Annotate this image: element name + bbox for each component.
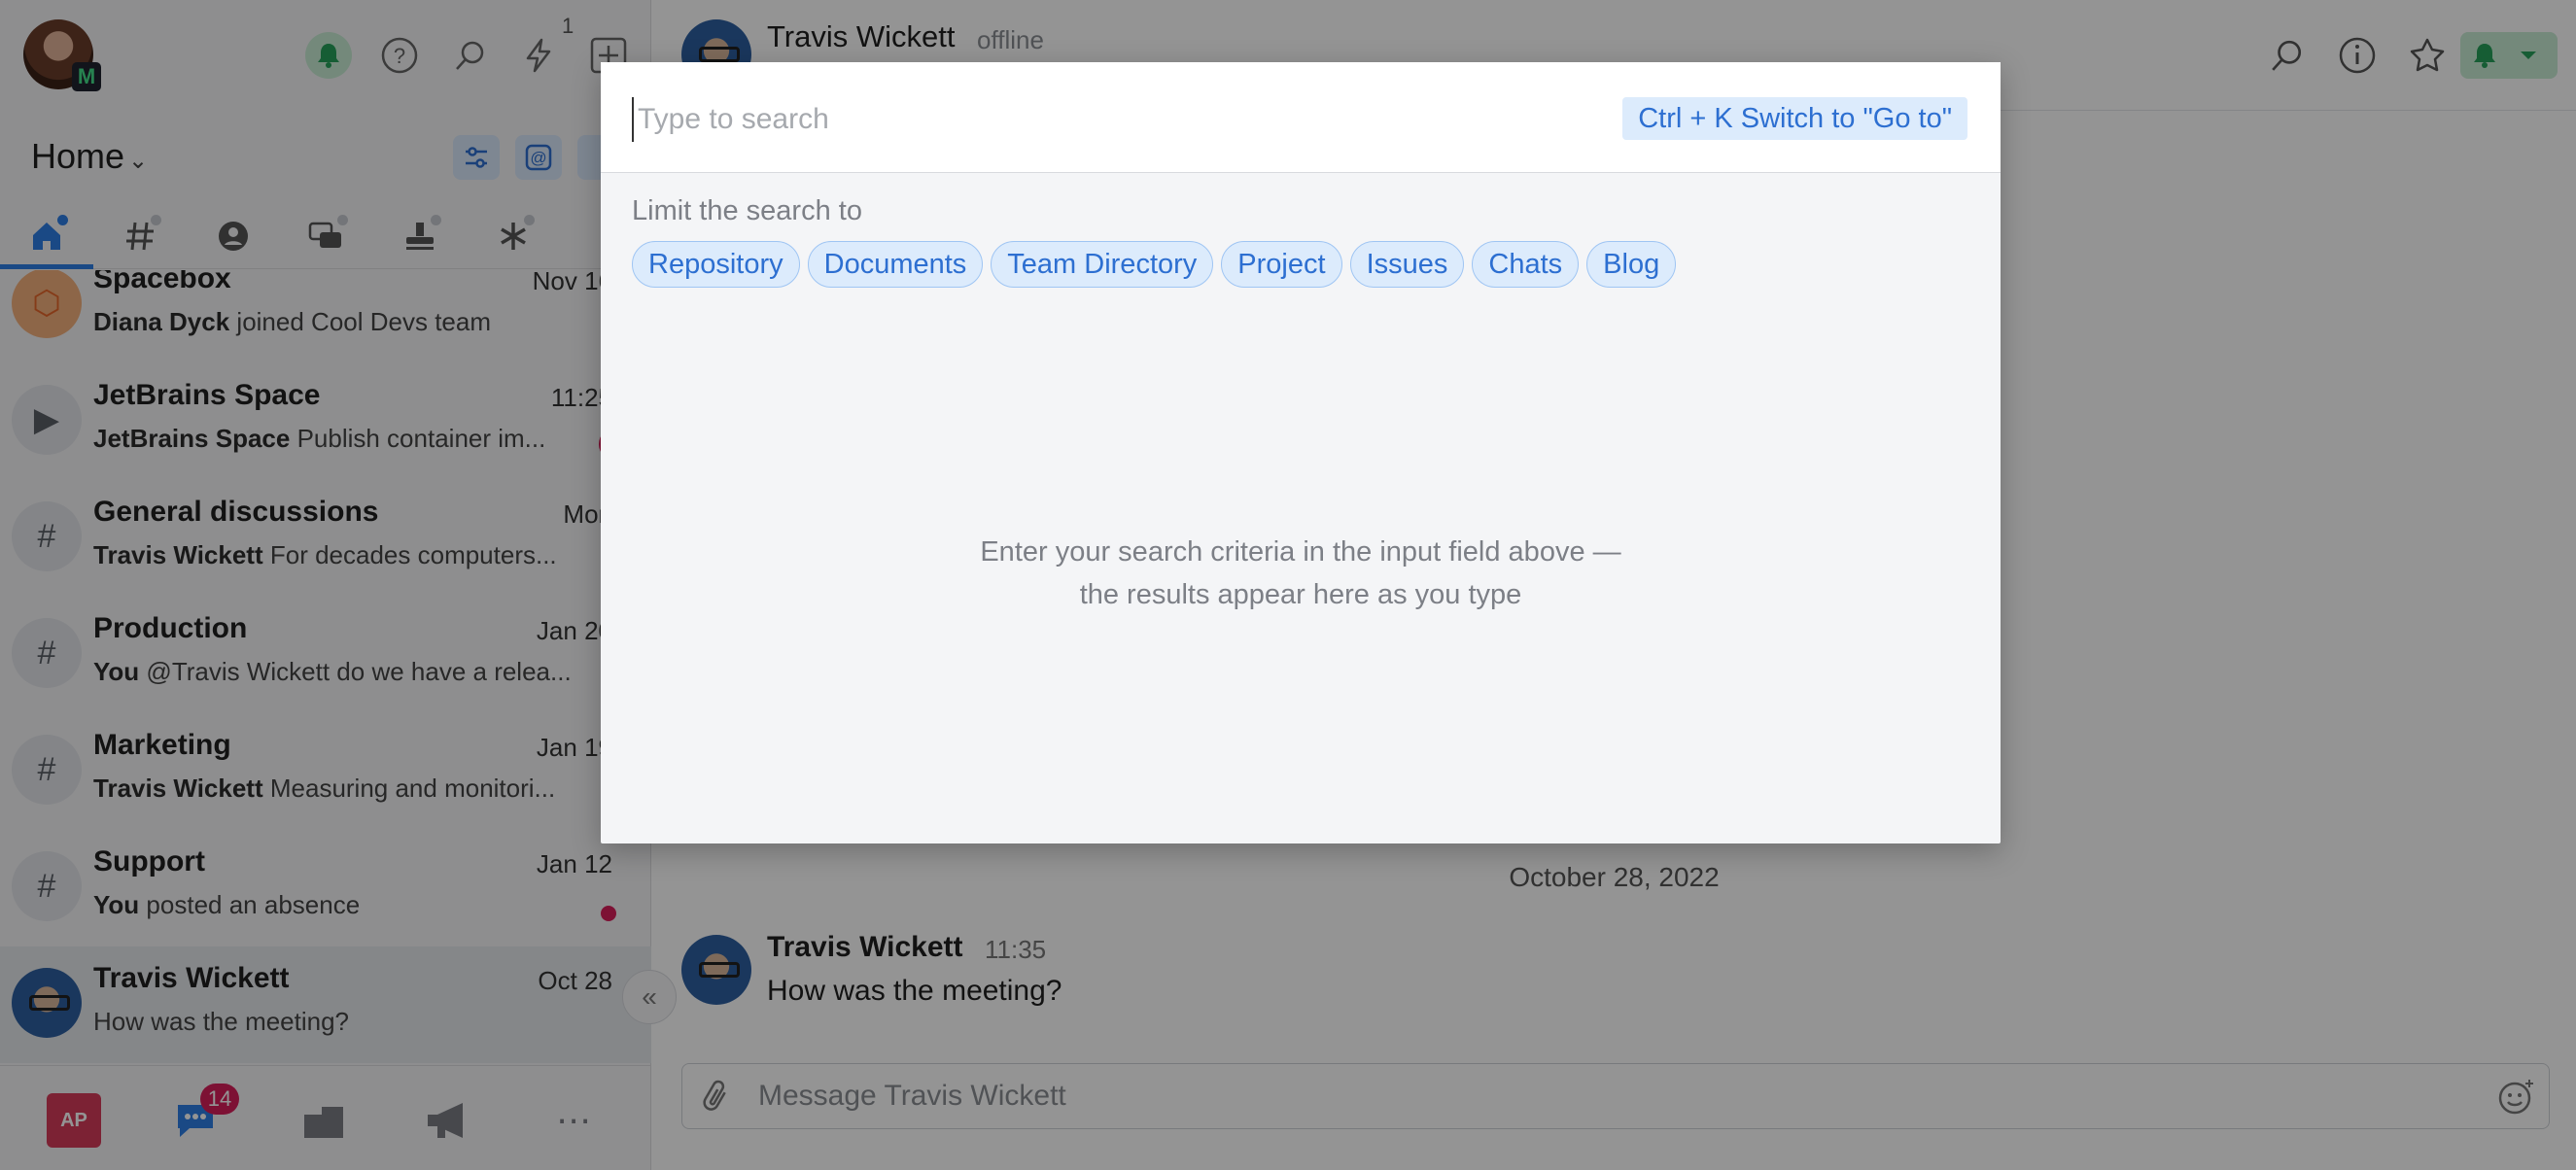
search-empty-state: Enter your search criteria in the input … bbox=[601, 531, 2001, 616]
scope-chip-project[interactable]: Project bbox=[1221, 241, 1342, 288]
switch-to-goto-button[interactable]: Ctrl + K Switch to "Go to" bbox=[1622, 97, 1967, 140]
search-input[interactable] bbox=[632, 97, 1507, 142]
scope-chip-documents[interactable]: Documents bbox=[807, 241, 984, 288]
empty-state-line-1: Enter your search criteria in the input … bbox=[980, 536, 1621, 568]
scope-chip-chats[interactable]: Chats bbox=[1472, 241, 1580, 288]
scope-chip-issues[interactable]: Issues bbox=[1349, 241, 1465, 288]
scope-chip-team-directory[interactable]: Team Directory bbox=[991, 241, 1214, 288]
limit-search-label: Limit the search to bbox=[632, 195, 862, 226]
search-dialog-header: Ctrl + K Switch to "Go to" bbox=[601, 62, 2001, 173]
search-dialog: Ctrl + K Switch to "Go to" Limit the sea… bbox=[601, 62, 2001, 843]
scope-chip-repository[interactable]: Repository bbox=[632, 241, 800, 288]
empty-state-line-2: the results appear here as you type bbox=[1079, 579, 1522, 610]
scope-chip-blog[interactable]: Blog bbox=[1586, 241, 1677, 288]
search-scope-chips: Repository Documents Team Directory Proj… bbox=[632, 241, 1677, 288]
